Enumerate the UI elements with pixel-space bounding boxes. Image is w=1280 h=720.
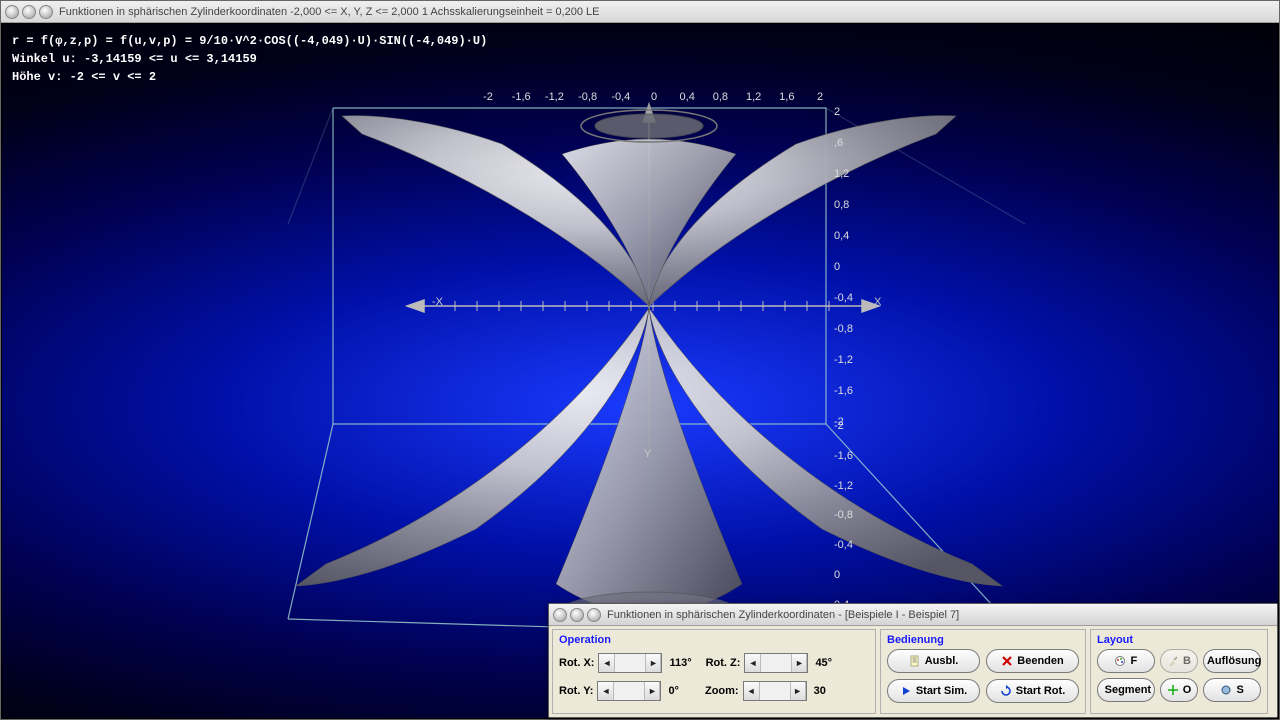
top-tick-label: -2 — [483, 91, 493, 103]
top-tick-label: -0,8 — [578, 91, 597, 103]
window-button-1[interactable] — [5, 5, 19, 19]
crosshair-icon — [1167, 684, 1179, 696]
b-button[interactable]: B — [1160, 649, 1199, 673]
rot-z-inc[interactable]: ► — [791, 654, 807, 672]
rot-z-label: Rot. Z: — [706, 657, 741, 669]
play-icon — [900, 685, 912, 697]
rot-y-label: Rot. Y: — [559, 685, 593, 697]
layout-title: Layout — [1097, 634, 1261, 646]
zoom-spinner[interactable]: ◄ ► — [743, 681, 807, 701]
bedienung-group: Bedienung Ausbl. Beenden Start Sim. Star… — [880, 629, 1086, 714]
top-tick-label: 1,2 — [746, 91, 761, 103]
sphere-icon — [1220, 684, 1232, 696]
rot-z-value: 45° — [815, 657, 832, 669]
start-rot-button[interactable]: Start Rot. — [986, 679, 1079, 703]
rot-x-label: Rot. X: — [559, 657, 594, 669]
rot-x-spinner[interactable]: ◄ ► — [598, 653, 662, 673]
segment-button[interactable]: Segment — [1097, 678, 1155, 702]
f-button[interactable]: F — [1097, 649, 1155, 673]
rot-y-value: 0° — [668, 685, 679, 697]
rot-y-dec[interactable]: ◄ — [598, 682, 614, 700]
zoom-inc[interactable]: ► — [790, 682, 806, 700]
top-tick-label: -1,6 — [512, 91, 531, 103]
x-icon — [1001, 655, 1013, 667]
top-tick-label: 1,6 — [779, 91, 794, 103]
right-tick-label: 0 — [834, 569, 840, 581]
right-tick-label: -1,6 — [834, 385, 853, 397]
bedienung-title: Bedienung — [887, 634, 1079, 646]
rot-z-dec[interactable]: ◄ — [745, 654, 761, 672]
top-tick-label: -1,2 — [545, 91, 564, 103]
control-window[interactable]: Funktionen in sphärischen Zylinderkoordi… — [548, 603, 1278, 718]
control-title: Funktionen in sphärischen Zylinderkoordi… — [607, 609, 959, 621]
x-pos-axis-label: X — [874, 296, 881, 308]
right-tick-label: -1,2 — [834, 480, 853, 492]
f-label: F — [1130, 655, 1137, 667]
right-tick-label: 0 — [834, 261, 840, 273]
right-tick-label: -0,8 — [834, 323, 853, 335]
brush-icon — [1167, 655, 1179, 667]
rot-x-inc[interactable]: ► — [645, 654, 661, 672]
rot-y-spinner[interactable]: ◄ ► — [597, 681, 661, 701]
right-tick-label: 1,2 — [834, 168, 849, 180]
start-sim-button[interactable]: Start Sim. — [887, 679, 980, 703]
right-tick-label: 0,8 — [834, 199, 849, 211]
o-label: O — [1183, 684, 1192, 696]
top-tick-label: 0 — [651, 91, 657, 103]
beenden-label: Beenden — [1017, 655, 1063, 667]
rot-x-value: 113° — [669, 657, 691, 669]
right-tick-label: 2 — [834, 106, 840, 118]
top-tick-label: 0,8 — [713, 91, 728, 103]
x-neg-axis-label: -X — [432, 296, 443, 308]
palette-icon — [1114, 655, 1126, 667]
right-tick-label: -0,8 — [834, 509, 853, 521]
beenden-button[interactable]: Beenden — [986, 649, 1079, 673]
control-titlebar[interactable]: Funktionen in sphärischen Zylinderkoordi… — [549, 604, 1277, 626]
layout-group: Layout F B Auflösung Segment — [1090, 629, 1268, 714]
right-tick-label: -1,6 — [834, 450, 853, 462]
aufloesung-label: Auflösung — [1207, 655, 1261, 667]
aufloesung-button[interactable]: Auflösung — [1203, 649, 1261, 673]
b-label: B — [1183, 655, 1191, 667]
right-tick-label: -0,4 — [834, 292, 853, 304]
right-tick-label: ,6 — [834, 137, 843, 149]
right-tick-label: -2 — [834, 420, 844, 432]
top-tick-label: -0,4 — [611, 91, 630, 103]
segment-label: Segment — [1105, 684, 1151, 696]
refresh-icon — [1000, 685, 1012, 697]
main-titlebar[interactable]: Funktionen in sphärischen Zylinderkoordi… — [1, 1, 1279, 23]
right-tick-label: -1,2 — [834, 354, 853, 366]
o-button[interactable]: O — [1160, 678, 1199, 702]
window-button-2[interactable] — [22, 5, 36, 19]
control-window-button-3[interactable] — [587, 608, 601, 622]
rot-z-spinner[interactable]: ◄ ► — [744, 653, 808, 673]
control-window-button-1[interactable] — [553, 608, 567, 622]
zoom-value: 30 — [814, 685, 826, 697]
y-axis-label: Y — [644, 448, 651, 460]
s-button[interactable]: S — [1203, 678, 1261, 702]
document-icon — [909, 655, 921, 667]
right-tick-label: 0,4 — [834, 230, 849, 242]
rot-x-dec[interactable]: ◄ — [599, 654, 615, 672]
right-tick-label: -0,4 — [834, 539, 853, 551]
ausbl-button[interactable]: Ausbl. — [887, 649, 980, 673]
top-tick-label: 2 — [817, 91, 823, 103]
ausbl-label: Ausbl. — [925, 655, 959, 667]
main-title: Funktionen in sphärischen Zylinderkoordi… — [59, 6, 599, 18]
operation-group: Operation Rot. X: ◄ ► 113° Rot. Z: ◄ ► 4… — [552, 629, 876, 714]
control-window-button-2[interactable] — [570, 608, 584, 622]
top-tick-label: 0,4 — [680, 91, 695, 103]
start-rot-label: Start Rot. — [1016, 685, 1066, 697]
operation-title: Operation — [559, 634, 869, 646]
rot-y-inc[interactable]: ► — [644, 682, 660, 700]
zoom-dec[interactable]: ◄ — [744, 682, 760, 700]
start-sim-label: Start Sim. — [916, 685, 967, 697]
window-button-3[interactable] — [39, 5, 53, 19]
panel-area: Operation Rot. X: ◄ ► 113° Rot. Z: ◄ ► 4… — [549, 626, 1277, 717]
zoom-label: Zoom: — [705, 685, 739, 697]
s-label: S — [1236, 684, 1243, 696]
